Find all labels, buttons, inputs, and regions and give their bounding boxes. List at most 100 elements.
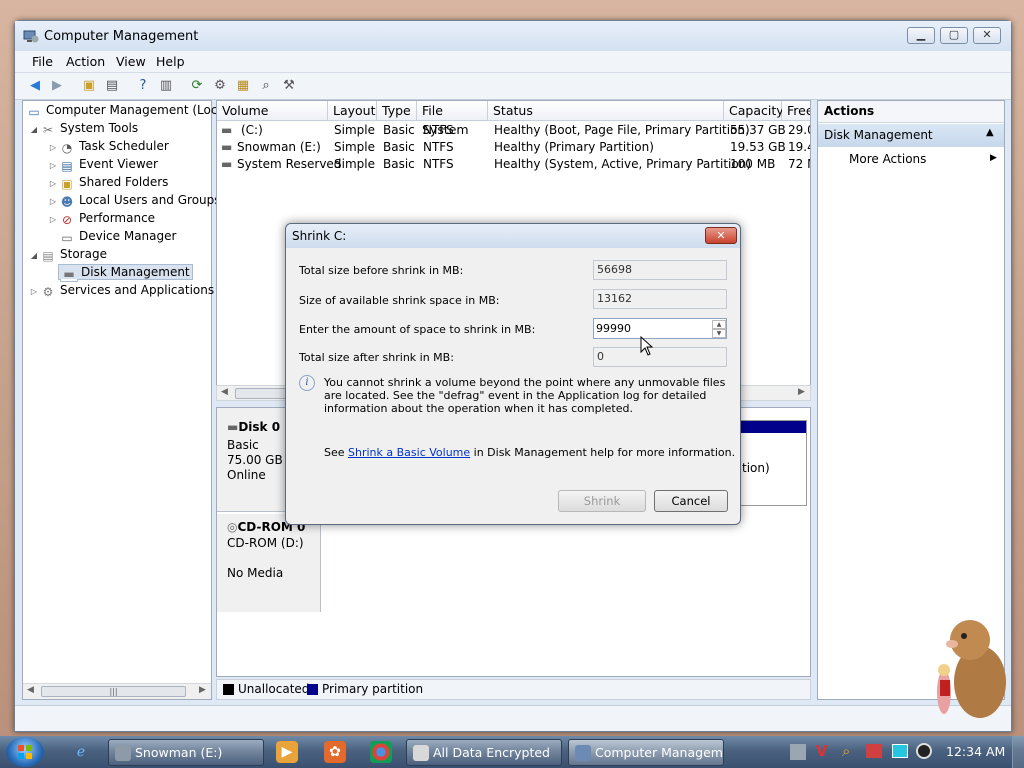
tray-flag-icon[interactable]	[866, 744, 882, 758]
tray-display-icon[interactable]	[892, 744, 908, 758]
submenu-arrow-icon: ▶	[990, 153, 997, 163]
shrink-amount-stepper[interactable]: ▲ ▼	[593, 318, 727, 339]
scroll-left-icon[interactable]: ◀	[221, 387, 228, 397]
dialog-title-bar[interactable]: Shrink C: ✕	[286, 224, 740, 248]
clock[interactable]: 12:34 AM	[946, 744, 1005, 759]
table-row[interactable]: ▬ (C:) Simple Basic NTFS Healthy (Boot, …	[217, 122, 810, 139]
spin-up-icon[interactable]: ▲	[712, 320, 726, 329]
tree-item-system-tools[interactable]: ◢ ✂ System Tools	[23, 119, 211, 137]
maximize-button[interactable]: ▢	[940, 27, 968, 44]
tray-volume-icon[interactable]	[916, 743, 932, 759]
drive-icon: ▬	[221, 140, 233, 154]
tray-search-icon[interactable]: ⌕	[842, 742, 850, 760]
minimize-button[interactable]: ▁	[907, 27, 935, 44]
start-button[interactable]	[6, 737, 44, 767]
tree-item-local-users[interactable]: ▷ ☻ Local Users and Groups	[23, 191, 221, 209]
disk-icon: ▬	[227, 420, 239, 434]
tray-antivirus-icon[interactable]: V	[816, 742, 828, 760]
expand-triangle-icon[interactable]: ▷	[47, 211, 59, 229]
info-icon: i	[299, 375, 315, 391]
partition-block[interactable]: tion)	[737, 420, 807, 506]
collapse-triangle-icon[interactable]: ◢	[28, 247, 40, 265]
shrink-button[interactable]: Shrink	[558, 490, 646, 512]
column-header-layout[interactable]: Layout	[328, 101, 377, 121]
cancel-button[interactable]: Cancel	[654, 490, 728, 512]
internet-explorer-icon[interactable]: ℯ	[70, 741, 92, 763]
table-cell: Basic	[383, 157, 415, 171]
tray-network-icon[interactable]	[790, 744, 806, 760]
open-folder-icon[interactable]: ▦	[233, 76, 253, 96]
show-hide-tree-icon[interactable]: ▤	[102, 76, 122, 96]
tree-item-event-viewer[interactable]: ▷ ▤ Event Viewer	[23, 155, 211, 173]
close-button[interactable]: ✕	[973, 27, 1001, 44]
show-desktop-button[interactable]	[1012, 736, 1024, 768]
table-cell: Healthy (System, Active, Primary Partiti…	[494, 157, 752, 171]
table-cell: NTFS	[423, 123, 454, 137]
cdrom-info[interactable]: ◎CD-ROM 0 CD-ROM (D:) No Media	[217, 514, 321, 612]
media-player-icon[interactable]: ▶	[276, 741, 298, 763]
tree-item-performance[interactable]: ▷ ⊘ Performance	[23, 209, 211, 227]
table-row[interactable]: ▬ Snowman (E:) Simple Basic NTFS Healthy…	[217, 139, 810, 156]
available-label: Size of available shrink space in MB:	[299, 294, 500, 307]
forward-arrow-icon[interactable]: ▶	[47, 76, 67, 96]
up-folder-icon[interactable]: ▣	[79, 76, 99, 96]
column-header-volume[interactable]: Volume	[217, 101, 328, 121]
chrome-icon[interactable]	[370, 741, 392, 763]
back-arrow-icon[interactable]: ◀	[25, 76, 45, 96]
tree-item-task-scheduler[interactable]: ▷ ◔ Task Scheduler	[23, 137, 211, 155]
title-bar[interactable]: Computer Management ▁ ▢ ✕	[15, 21, 1011, 51]
window-icon	[413, 745, 429, 761]
tree-item-device-manager[interactable]: ▭ Device Manager	[23, 227, 211, 245]
actions-section-disk-management[interactable]: Disk Management ▲	[818, 124, 1004, 147]
properties-pane-icon[interactable]: ▥	[156, 76, 176, 96]
shrink-basic-volume-link[interactable]: Shrink a Basic Volume	[348, 446, 470, 459]
app-icon[interactable]: ✿	[324, 741, 346, 763]
menu-action[interactable]: Action	[66, 54, 105, 69]
scroll-right-icon[interactable]: ▶	[798, 387, 805, 397]
help-icon[interactable]: ?	[133, 76, 153, 96]
actions-header: Actions	[818, 101, 1004, 123]
table-row[interactable]: ▬ System Reserved Simple Basic NTFS Heal…	[217, 156, 810, 173]
search-icon[interactable]: ⌕	[256, 76, 276, 96]
scroll-right-icon[interactable]: ▶	[199, 685, 206, 695]
amount-label: Enter the amount of space to shrink in M…	[299, 323, 536, 336]
collapse-triangle-icon[interactable]: ◢	[28, 121, 40, 139]
settings-icon[interactable]: ⚒	[279, 76, 299, 96]
cdrom-drive: CD-ROM (D:)	[227, 536, 304, 550]
column-header-status[interactable]: Status	[488, 101, 724, 121]
tree-item-shared-folders[interactable]: ▷ ▣ Shared Folders	[23, 173, 211, 191]
taskbar-item-snowman[interactable]: Snowman (E:)	[108, 739, 264, 766]
spin-down-icon[interactable]: ▼	[712, 329, 726, 338]
collapse-up-icon[interactable]: ▲	[986, 127, 994, 138]
menu-view[interactable]: View	[116, 54, 146, 69]
disk0-state: Online	[227, 468, 266, 482]
dialog-close-button[interactable]: ✕	[705, 227, 737, 244]
scroll-left-icon[interactable]: ◀	[27, 685, 34, 695]
column-header-type[interactable]: Type	[377, 101, 417, 121]
table-cell: System Reserved	[237, 157, 342, 171]
taskbar-item-computer-management[interactable]: Computer Managem...	[568, 739, 724, 766]
table-cell: Healthy (Boot, Page File, Primary Partit…	[494, 123, 750, 137]
menu-file[interactable]: File	[32, 54, 53, 69]
table-cell: Simple	[334, 123, 375, 137]
tree-item-storage[interactable]: ◢ ▤ Storage	[23, 245, 211, 263]
column-header-free[interactable]: Free	[782, 101, 810, 121]
scroll-thumb[interactable]: |||	[41, 686, 186, 697]
expand-triangle-icon[interactable]: ▷	[28, 283, 40, 301]
column-header-capacity[interactable]: Capacity	[724, 101, 784, 121]
computer-management-icon	[575, 745, 591, 761]
refresh-icon[interactable]: ⟳	[187, 76, 207, 96]
menu-help[interactable]: Help	[156, 54, 185, 69]
table-cell: NTFS	[423, 157, 454, 171]
console-tree: ▭ Computer Management (Local ◢ ✂ System Too…	[22, 100, 228, 700]
tree-horizontal-scrollbar[interactable]: ◀ ||| ▶	[23, 683, 211, 699]
taskbar-item-all-data-encrypted[interactable]: All Data Encrypted	[406, 739, 562, 766]
more-actions-item[interactable]: More Actions ▶	[818, 150, 1004, 170]
tree-item-disk-management[interactable]: ▬ Disk Management	[23, 263, 211, 281]
users-icon: ☻	[60, 195, 74, 209]
connect-icon[interactable]: ⚙	[210, 76, 230, 96]
after-value: 0	[593, 347, 727, 367]
column-header-file-system[interactable]: File System	[417, 101, 488, 137]
tree-item-computer-management[interactable]: ▭ Computer Management (Local	[23, 101, 228, 119]
tree-item-services[interactable]: ▷ ⚙ Services and Applications	[23, 281, 214, 301]
